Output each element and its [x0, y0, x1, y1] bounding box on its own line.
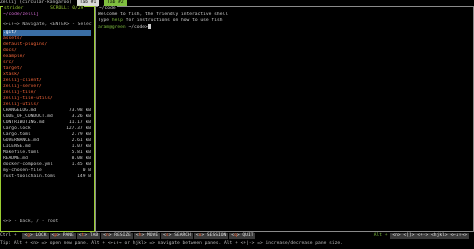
mode-key: q: [234, 233, 237, 238]
help-command: help: [111, 18, 123, 23]
file-name: rust-toolchain.toml: [3, 174, 56, 179]
scroll-indicator: SCROLL: 0/29: [50, 6, 84, 11]
tip-bar: Tip: Alt + <n> => open new pane. Alt + <…: [0, 241, 343, 246]
mode-key: t: [81, 233, 85, 238]
mode-label: PANE: [62, 233, 74, 238]
mode-label: LOCK: [35, 233, 47, 238]
back-hint: <←> - back, / - root: [3, 219, 59, 224]
mode-resize-button[interactable]: <n> RESIZE: [101, 233, 133, 239]
mode-key: o: [198, 233, 202, 238]
ctrl-label: Ctrl +: [0, 233, 17, 238]
mode-key: s: [165, 233, 169, 238]
mode-session-button[interactable]: <o> SESSION: [193, 233, 229, 239]
mode-label: TAB: [89, 233, 99, 238]
mode-pane-button[interactable]: <p> PANE: [49, 233, 76, 239]
mode-label: MOVE: [147, 233, 159, 238]
terminal-pane-title: ~/code: [98, 6, 117, 12]
mode-label: SEARCH: [174, 233, 191, 238]
mode-key: g: [27, 233, 30, 238]
navigate-hint: <←↓↑→> Navigate, <ENTER> - Select: [3, 22, 92, 27]
mode-lock-button[interactable]: <g> LOCK: [22, 233, 49, 239]
mode-bar: Ctrl + <g> LOCK <p> PANE <t> TAB <n> RESIZE…: [0, 233, 474, 240]
prompt-path: ~/code>: [125, 25, 148, 30]
strider-pane-title: strider SCROLL: 0/29: [3, 6, 85, 12]
prompt-user: aram@green: [98, 25, 126, 30]
mode-search-button[interactable]: <s> SEARCH: [161, 233, 193, 239]
mode-key: n: [105, 233, 109, 238]
file-size: 149 B: [77, 174, 91, 179]
shell-prompt[interactable]: aram@green ~/code>: [98, 24, 471, 30]
mode-quit-button[interactable]: <q> QUIT: [229, 233, 256, 239]
cursor-icon: [147, 24, 151, 29]
session-name: Zellij (circular-kangaroo): [0, 0, 72, 5]
terminal-pane[interactable]: ~/code Welcome to fish, the friendly int…: [95, 6, 474, 232]
mode-move-button[interactable]: <h> MOVE: [133, 233, 161, 239]
directory-list: .git/assets/default-plugins/docs/example…: [3, 30, 92, 108]
file-list: CHANGELOG.md 73.98 kB CODE_OF_CONDUCT.md 3.…: [3, 108, 92, 180]
mode-key: h: [138, 233, 142, 238]
alt-keys: <n> <[]> <+-> <hjkl> <←↓↑→>: [390, 233, 469, 239]
mode-label: SESSION: [206, 233, 227, 238]
mode-label: QUIT: [242, 233, 254, 238]
mode-key: p: [54, 233, 58, 238]
strider-pane[interactable]: strider SCROLL: 0/29 ~/code/zellij <←↓↑→…: [0, 6, 95, 232]
file-item[interactable]: rust-toolchain.toml 149 B: [3, 174, 91, 180]
mode-label: RESIZE: [114, 233, 131, 238]
alt-label: Alt +: [373, 233, 388, 238]
mode-tab-button[interactable]: <t> TAB: [76, 233, 101, 239]
